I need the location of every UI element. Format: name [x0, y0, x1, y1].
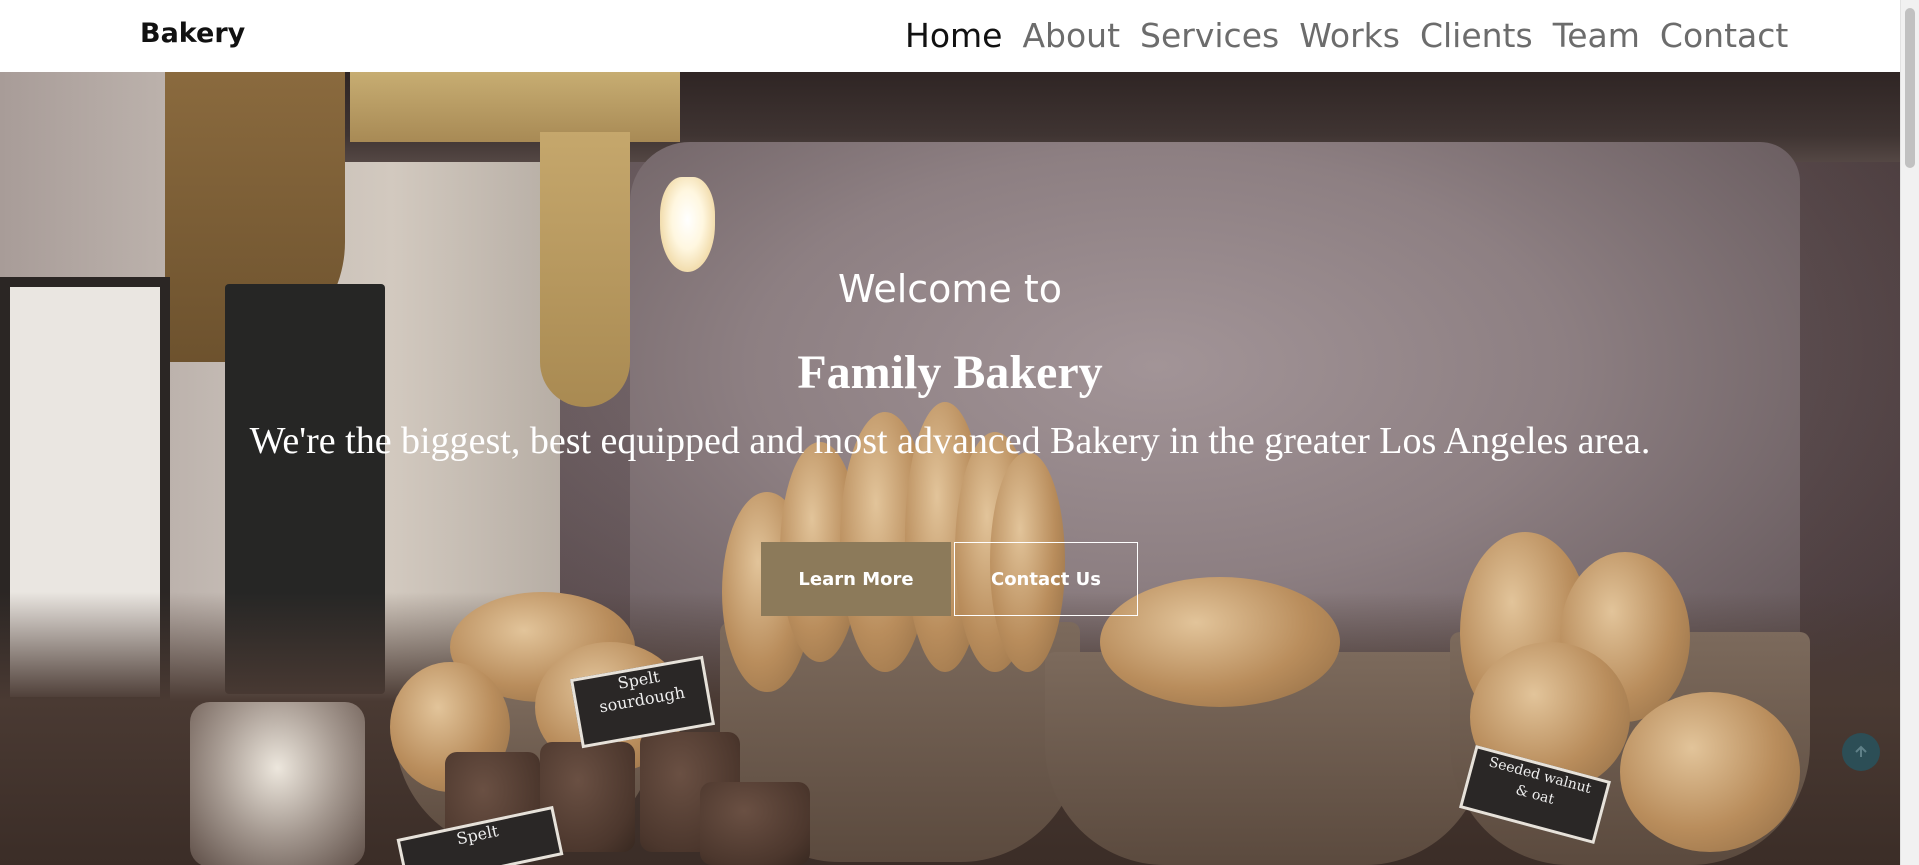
- vertical-scrollbar[interactable]: [1900, 0, 1919, 865]
- glass-jar: [190, 702, 365, 865]
- brand-logo[interactable]: Bakery: [140, 18, 245, 49]
- hero-welcome: Welcome to: [837, 267, 1063, 311]
- light-bulb: [660, 177, 715, 272]
- hero-title: Family Bakery: [797, 346, 1103, 399]
- shelf-board: [350, 72, 680, 142]
- scrollbar-thumb[interactable]: [1905, 8, 1915, 168]
- spelt-bread: [700, 782, 810, 865]
- nav-menu: Home About Services Works Clients Team C…: [895, 14, 1798, 58]
- hero-background-image: Spelt sourdough Spelt Seeded walnut & oa…: [0, 72, 1900, 865]
- loaf: [1620, 692, 1800, 852]
- nav-link-home[interactable]: Home: [895, 14, 1012, 58]
- learn-more-button[interactable]: Learn More: [761, 542, 951, 616]
- contact-us-button[interactable]: Contact Us: [954, 542, 1138, 616]
- nav-link-team[interactable]: Team: [1543, 14, 1650, 58]
- nav-link-clients[interactable]: Clients: [1410, 14, 1543, 58]
- nav-link-contact[interactable]: Contact: [1650, 14, 1798, 58]
- hero-tagline: We're the biggest, best equipped and mos…: [249, 420, 1651, 462]
- nav-link-works[interactable]: Works: [1289, 14, 1410, 58]
- nav-link-about[interactable]: About: [1012, 14, 1130, 58]
- back-to-top-button[interactable]: [1842, 733, 1880, 771]
- arrow-up-icon: [1855, 745, 1867, 757]
- navbar: Bakery Home About Services Works Clients…: [0, 0, 1900, 72]
- nav-link-services[interactable]: Services: [1130, 14, 1289, 58]
